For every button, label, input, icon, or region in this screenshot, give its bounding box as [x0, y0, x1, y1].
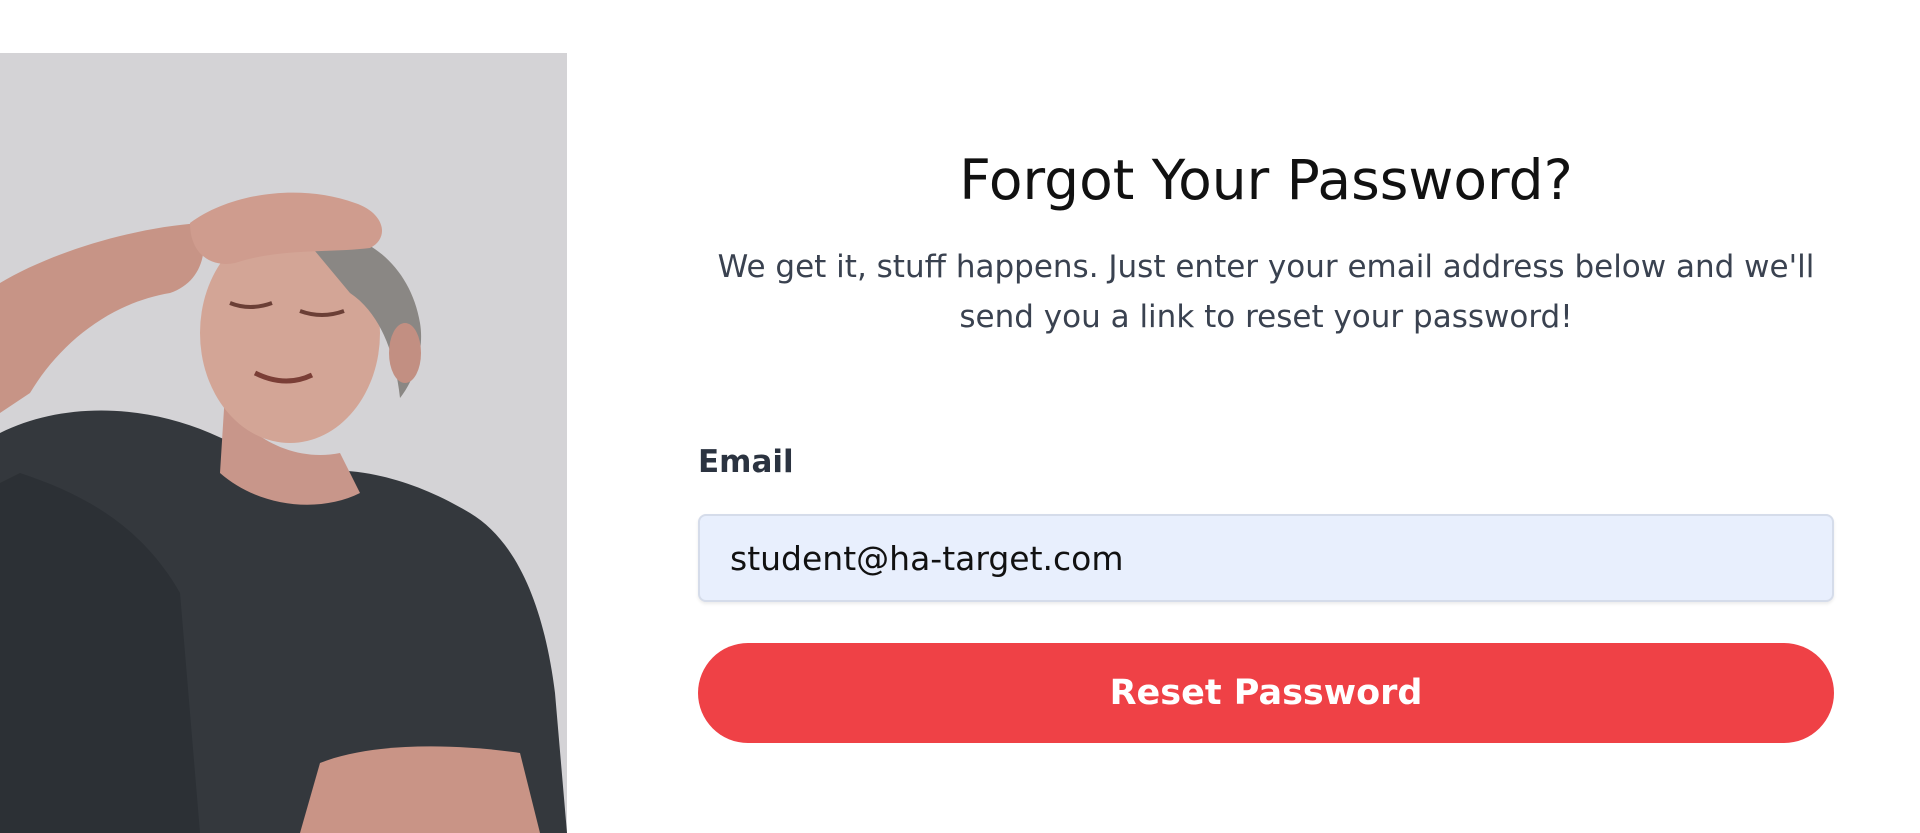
- subtitle-line-2: send you a link to reset your password!: [959, 299, 1573, 335]
- page-subtitle: We get it, stuff happens. Just enter you…: [698, 242, 1834, 342]
- frustrated-man-photo: [0, 53, 567, 833]
- subtitle-line-1: We get it, stuff happens. Just enter you…: [717, 249, 1815, 285]
- forgot-password-page: Forgot Your Password? We get it, stuff h…: [0, 0, 1920, 833]
- reset-form: Forgot Your Password? We get it, stuff h…: [698, 0, 1834, 833]
- page-title: Forgot Your Password?: [959, 148, 1573, 212]
- photo-illustration: [0, 53, 567, 833]
- email-field[interactable]: [698, 514, 1834, 602]
- email-label: Email: [698, 444, 794, 480]
- reset-password-button[interactable]: Reset Password: [698, 643, 1834, 743]
